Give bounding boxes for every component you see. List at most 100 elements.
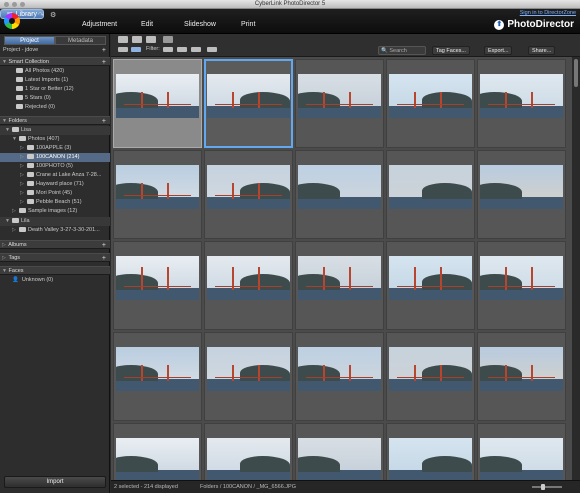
status-bar: 2 selected - 214 displayed Folders / 100… bbox=[111, 480, 580, 493]
add-album-icon[interactable]: + bbox=[102, 241, 106, 248]
photo-thumbnail[interactable] bbox=[113, 332, 202, 421]
undo-icon[interactable]: ↶ bbox=[26, 11, 32, 19]
photo-thumbnail[interactable] bbox=[386, 332, 475, 421]
tag-faces-button[interactable]: Tag Faces... bbox=[432, 46, 470, 55]
albums-header[interactable]: ▷ Albums + bbox=[0, 240, 110, 249]
sign-in-link[interactable]: Sign in to DirectorZone bbox=[520, 10, 576, 16]
folder-death-valley[interactable]: ▷ Death Valley 3-27-3-30-201... bbox=[0, 226, 110, 235]
photo-thumbnail[interactable] bbox=[204, 241, 293, 330]
photo-thumbnail[interactable] bbox=[386, 423, 475, 480]
photo-thumbnail[interactable] bbox=[113, 59, 202, 148]
tags-header[interactable]: ▷ Tags + bbox=[0, 253, 110, 262]
compare-view-icon[interactable] bbox=[132, 36, 142, 43]
upload-arrow-icon: ⬆ bbox=[494, 19, 505, 30]
tab-slideshow[interactable]: Slideshow bbox=[184, 21, 216, 28]
folder-hayward[interactable]: ▷ Hayward place (71) bbox=[0, 180, 110, 189]
photo-thumbnail[interactable] bbox=[295, 423, 384, 480]
photo-image bbox=[389, 74, 472, 118]
photo-thumbnail[interactable] bbox=[295, 150, 384, 239]
import-button[interactable]: Import bbox=[4, 476, 106, 488]
photo-thumbnail[interactable] bbox=[386, 150, 475, 239]
folder-mori-point[interactable]: ▷ Mori Point (45) bbox=[0, 189, 110, 198]
search-input[interactable]: 🔍 Search bbox=[378, 46, 426, 55]
folder-root-lisa[interactable]: ▼ Lisa bbox=[0, 126, 110, 135]
photo-thumbnail[interactable] bbox=[477, 423, 566, 480]
filter-flag-icon[interactable] bbox=[163, 47, 173, 52]
folder-label: 100PHOTO (5) bbox=[36, 163, 73, 169]
tab-adjustment[interactable]: Adjustment bbox=[82, 21, 117, 28]
folder-icon bbox=[27, 172, 34, 178]
collection-icon bbox=[16, 68, 23, 74]
grid-view-icon[interactable] bbox=[118, 36, 128, 43]
face-unknown[interactable]: 👤 Unknown (0) bbox=[0, 276, 110, 285]
thumbnail-size-slider[interactable] bbox=[532, 486, 562, 488]
photo-thumbnail[interactable] bbox=[386, 241, 475, 330]
folder-100canon[interactable]: ▷ 100CANON (214) bbox=[0, 153, 110, 162]
add-folder-icon[interactable]: + bbox=[102, 117, 106, 124]
photo-thumbnail[interactable] bbox=[295, 241, 384, 330]
photo-thumbnail[interactable] bbox=[204, 332, 293, 421]
loupe-view-icon[interactable] bbox=[163, 36, 173, 43]
photo-image bbox=[207, 438, 290, 480]
film-view-icon[interactable] bbox=[146, 36, 156, 43]
smart-collection-header[interactable]: ▼ Smart Collection + bbox=[0, 57, 110, 66]
search-icon: 🔍 bbox=[381, 48, 388, 54]
expand-arrow-icon: ▷ bbox=[20, 172, 24, 178]
photo-thumbnail[interactable] bbox=[204, 423, 293, 480]
tab-print[interactable]: Print bbox=[241, 21, 255, 28]
settings-gear-icon[interactable]: ⚙ bbox=[50, 11, 56, 19]
photo-thumbnail[interactable] bbox=[386, 59, 475, 148]
folder-sample-images[interactable]: ▷ Sample images (12) bbox=[0, 207, 110, 216]
folder-root-lila[interactable]: ▼ Lila bbox=[0, 217, 110, 226]
tab-edit[interactable]: Edit bbox=[141, 21, 153, 28]
photo-thumbnail[interactable] bbox=[477, 332, 566, 421]
thumbnail-view-icon[interactable] bbox=[131, 47, 141, 52]
expand-arrow-icon: ▷ bbox=[20, 181, 24, 187]
photo-thumbnail[interactable] bbox=[204, 59, 293, 148]
tab-project[interactable]: Project bbox=[4, 36, 55, 45]
folder-crane[interactable]: ▷ Crane at Lake Anza 7-28... bbox=[0, 171, 110, 180]
photo-thumbnail[interactable] bbox=[477, 241, 566, 330]
thumbnail-size-knob[interactable] bbox=[541, 484, 545, 490]
scrollbar-thumb[interactable] bbox=[574, 59, 578, 87]
photo-image bbox=[298, 347, 381, 391]
photo-thumbnail[interactable] bbox=[113, 423, 202, 480]
list-view-icon[interactable] bbox=[118, 47, 128, 52]
photo-thumbnail[interactable] bbox=[295, 332, 384, 421]
smart-item-all-photos[interactable]: All Photos (420) bbox=[0, 67, 110, 76]
filter-rating-icon[interactable] bbox=[177, 47, 187, 52]
smart-item-latest-imports[interactable]: Latest Imports (1) bbox=[0, 76, 110, 85]
photo-thumbnail[interactable] bbox=[113, 241, 202, 330]
collection-icon bbox=[16, 95, 23, 101]
redo-icon[interactable]: ↷ bbox=[38, 11, 44, 19]
faces-header[interactable]: ▼ Faces bbox=[0, 266, 110, 275]
folder-100apple[interactable]: ▷ 100APPLE (3) bbox=[0, 144, 110, 153]
photo-thumbnail[interactable] bbox=[204, 150, 293, 239]
photo-image bbox=[298, 256, 381, 300]
tab-metadata[interactable]: Metadata bbox=[55, 36, 106, 45]
sort-icon[interactable] bbox=[207, 47, 217, 52]
export-button[interactable]: Export... bbox=[484, 46, 513, 55]
photo-thumbnail[interactable] bbox=[295, 59, 384, 148]
add-smart-collection-icon[interactable]: + bbox=[102, 58, 106, 65]
add-project-icon[interactable]: + bbox=[102, 46, 106, 55]
smart-item-five-stars[interactable]: 5 Stars (0) bbox=[0, 94, 110, 103]
expand-arrow-icon: ▷ bbox=[2, 255, 6, 261]
folders-header[interactable]: ▼ Folders + bbox=[0, 116, 110, 125]
photo-image bbox=[298, 165, 381, 209]
folder-photos[interactable]: ▼ Photos (407) bbox=[0, 135, 110, 144]
smart-item-one-star[interactable]: 1 Star or Better (12) bbox=[0, 85, 110, 94]
photo-thumbnail[interactable] bbox=[477, 150, 566, 239]
filter-color-icon[interactable] bbox=[191, 47, 201, 52]
photo-image bbox=[389, 347, 472, 391]
folder-100photo[interactable]: ▷ 100PHOTO (5) bbox=[0, 162, 110, 171]
grid-scrollbar[interactable] bbox=[572, 57, 580, 480]
folder-pebble-beach[interactable]: ▷ Pebble Beach (51) bbox=[0, 198, 110, 207]
share-button[interactable]: Share... bbox=[528, 46, 556, 55]
photo-thumbnail[interactable] bbox=[113, 150, 202, 239]
add-tag-icon[interactable]: + bbox=[102, 254, 106, 261]
photo-thumbnail[interactable] bbox=[477, 59, 566, 148]
folder-label: Death Valley 3-27-3-30-201... bbox=[28, 227, 100, 233]
brand-name: PhotoDirector bbox=[507, 19, 574, 30]
smart-item-rejected[interactable]: Rejected (0) bbox=[0, 103, 110, 112]
